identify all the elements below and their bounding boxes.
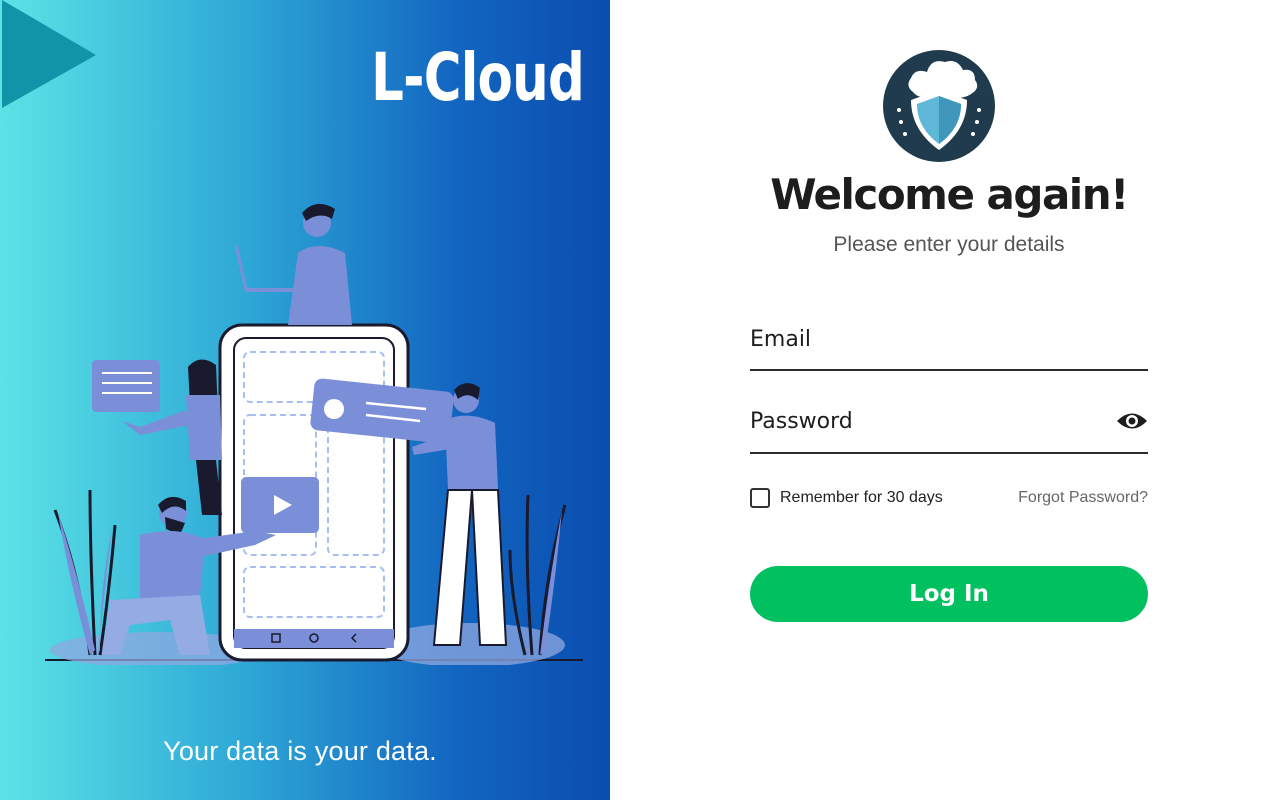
password-field-wrapper <box>750 398 1148 454</box>
login-subtitle: Please enter your details <box>833 233 1065 256</box>
forgot-password-link[interactable]: Forgot Password? <box>1000 489 1148 507</box>
password-input[interactable] <box>750 398 1148 438</box>
remember-label: Remember for 30 days <box>780 489 943 506</box>
play-triangle-icon <box>2 0 96 108</box>
tagline: Your data is your data. <box>163 736 437 766</box>
remember-me-option[interactable]: Remember for 30 days <box>750 488 943 508</box>
login-button[interactable]: Log In <box>750 566 1148 622</box>
email-field-wrapper <box>750 316 1148 371</box>
email-input[interactable] <box>750 316 1148 356</box>
welcome-heading: Welcome again! <box>770 170 1129 219</box>
team-phone-illustration <box>45 203 583 665</box>
login-panel: Welcome again! Please enter your details… <box>610 0 1280 800</box>
cloud-shield-logo <box>883 50 995 162</box>
brand-title: L-Cloud <box>370 39 585 116</box>
branding-panel: L-Cloud Your data is your data. <box>0 0 610 800</box>
remember-checkbox[interactable] <box>750 488 770 508</box>
eye-icon[interactable] <box>1116 408 1148 434</box>
